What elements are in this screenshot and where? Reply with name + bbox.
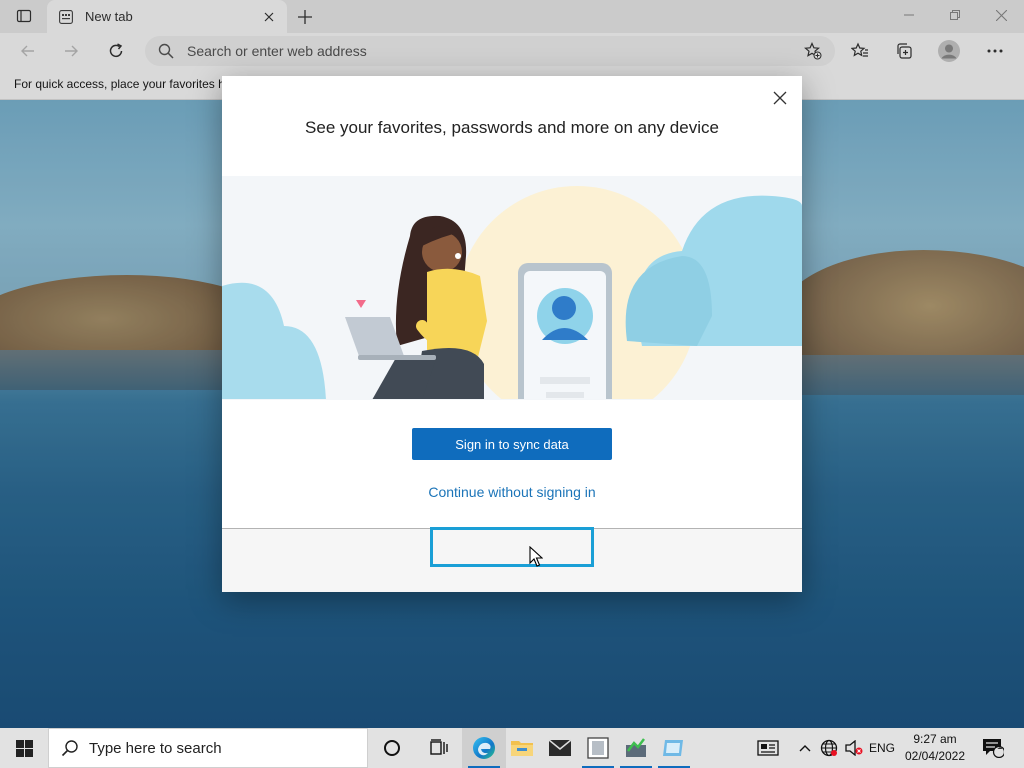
app-document-icon (663, 740, 683, 756)
app-chart-icon (626, 738, 646, 757)
task-view-icon (430, 739, 448, 755)
focus-highlight (430, 527, 594, 567)
close-icon (773, 91, 787, 105)
clock-time: 9:27 am (913, 732, 957, 746)
windows-logo-icon (15, 739, 33, 757)
search-icon (61, 740, 78, 757)
mouse-pointer-icon (529, 546, 543, 567)
sign-in-to-sync-button[interactable]: Sign in to sync data (412, 428, 612, 460)
taskbar-search-box[interactable] (48, 728, 368, 768)
action-center-notes-button[interactable] (750, 728, 786, 768)
sync-illustration (222, 176, 802, 400)
taskbar-search-input[interactable] (89, 739, 349, 757)
clock[interactable]: 9:27 am 02/04/2022 (900, 731, 970, 765)
dialog-footer (222, 527, 802, 592)
mail-icon (548, 739, 572, 756)
network-button[interactable] (817, 728, 841, 768)
show-hidden-icons-button[interactable] (795, 728, 815, 768)
notifications-button[interactable]: 1 (978, 728, 1008, 768)
sync-sign-in-dialog: See your favorites, passwords and more o… (222, 76, 802, 592)
taskbar-app-blue[interactable] (652, 728, 696, 768)
notification-count-badge: 1 (997, 741, 1003, 752)
screen: New tab Search or enter web address For … (0, 0, 1024, 768)
cortana-circle-icon (384, 740, 400, 756)
language-label: ENG (868, 741, 895, 755)
folder-icon (511, 741, 533, 756)
speaker-muted-icon (845, 740, 863, 756)
volume-button[interactable] (842, 728, 866, 768)
dialog-close-button[interactable] (768, 86, 792, 110)
cortana-button[interactable] (370, 728, 414, 768)
continue-without-signing-in-link[interactable]: Continue without signing in (222, 484, 802, 500)
edge-icon (473, 737, 495, 759)
app-window-icon (587, 737, 609, 759)
clock-date: 02/04/2022 (904, 749, 966, 763)
globe-icon (820, 739, 838, 757)
news-icon (757, 740, 779, 756)
taskbar: ENG 9:27 am 02/04/2022 1 (0, 728, 1024, 768)
start-button[interactable] (0, 728, 48, 768)
dialog-title: See your favorites, passwords and more o… (305, 118, 719, 137)
input-language-button[interactable]: ENG (866, 728, 898, 768)
task-view-button[interactable] (418, 728, 462, 768)
chevron-up-icon (799, 745, 811, 752)
